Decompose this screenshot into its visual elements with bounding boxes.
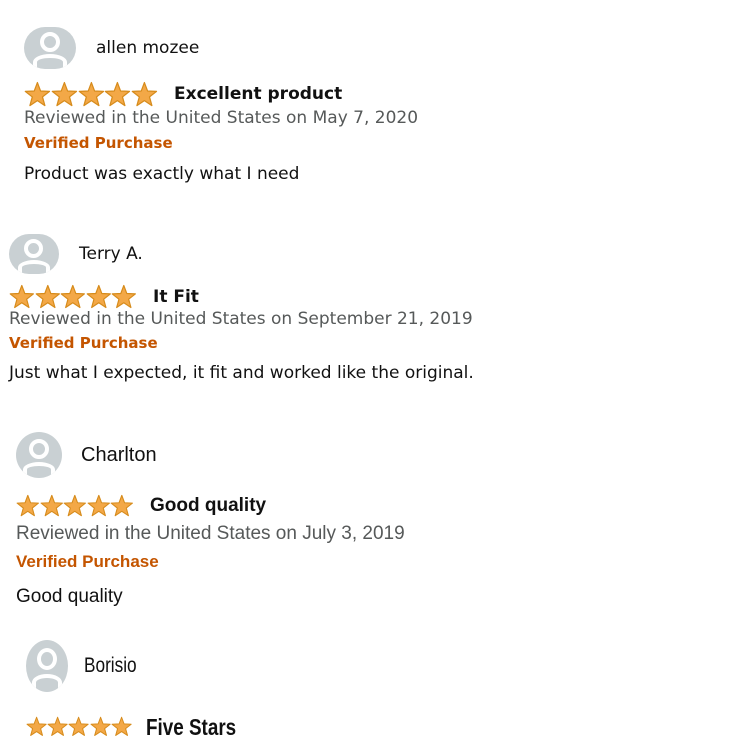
star-icon xyxy=(78,81,104,106)
star-icon xyxy=(131,81,158,106)
star-icon xyxy=(51,81,77,106)
review-body: Just what I expected, it fit and worked … xyxy=(9,363,474,383)
star-icon xyxy=(16,495,39,517)
review-title[interactable]: Five Stars xyxy=(146,714,236,741)
star-icon xyxy=(35,285,60,309)
verified-purchase-badge: Verified Purchase xyxy=(16,552,159,571)
star-icon xyxy=(26,717,47,737)
star-icon xyxy=(63,495,87,517)
star-icon xyxy=(47,717,68,737)
star-icon xyxy=(24,81,51,106)
verified-purchase-badge: Verified Purchase xyxy=(24,134,173,152)
star-rating[interactable] xyxy=(26,716,132,737)
avatar-icon xyxy=(9,234,59,274)
reviewer-name: Borisio xyxy=(84,654,137,677)
review-body: Product was exactly what I need xyxy=(24,164,300,184)
star-rating[interactable] xyxy=(9,284,137,310)
review-date: Reviewed in the United States on July 3,… xyxy=(16,523,405,544)
reviewer-name: Charlton xyxy=(81,443,157,466)
star-icon xyxy=(68,717,90,737)
review-title[interactable]: It Fit xyxy=(153,287,199,307)
review-date: Reviewed in the United States on May 7, … xyxy=(24,108,419,128)
star-icon xyxy=(110,495,134,517)
reviewer-profile[interactable]: allen mozee xyxy=(24,26,418,70)
verified-purchase-badge: Verified Purchase xyxy=(9,334,158,352)
star-rating[interactable] xyxy=(16,494,134,518)
star-icon xyxy=(111,717,132,737)
review-item: Borisio Five Stars xyxy=(26,640,256,742)
star-icon xyxy=(105,81,131,106)
star-rating[interactable] xyxy=(24,81,158,108)
review-item: Charlton Good quality Reviewed in the Un… xyxy=(16,431,405,608)
star-icon xyxy=(112,285,137,309)
reviewer-profile[interactable]: Borisio xyxy=(26,640,256,692)
review-title[interactable]: Excellent product xyxy=(174,84,342,104)
reviewer-profile[interactable]: Charlton xyxy=(16,431,405,479)
reviewer-name: Terry A. xyxy=(79,244,143,264)
avatar-icon xyxy=(16,432,62,478)
star-icon xyxy=(87,495,110,517)
reviewer-profile[interactable]: Terry A. xyxy=(9,232,474,276)
avatar-icon xyxy=(24,27,76,69)
star-icon xyxy=(86,285,111,309)
review-item: allen mozee Excellent product Reviewed i… xyxy=(24,26,418,184)
star-icon xyxy=(40,495,63,517)
review-title[interactable]: Good quality xyxy=(150,495,266,517)
reviewer-name: allen mozee xyxy=(96,38,200,58)
star-icon xyxy=(9,285,34,309)
review-date: Reviewed in the United States on Septemb… xyxy=(9,309,473,329)
review-item: Terry A. It Fit Reviewed in the United S… xyxy=(9,232,474,383)
star-icon xyxy=(60,285,86,309)
review-body: Good quality xyxy=(16,586,123,607)
star-icon xyxy=(90,717,111,737)
avatar-icon xyxy=(26,640,68,692)
